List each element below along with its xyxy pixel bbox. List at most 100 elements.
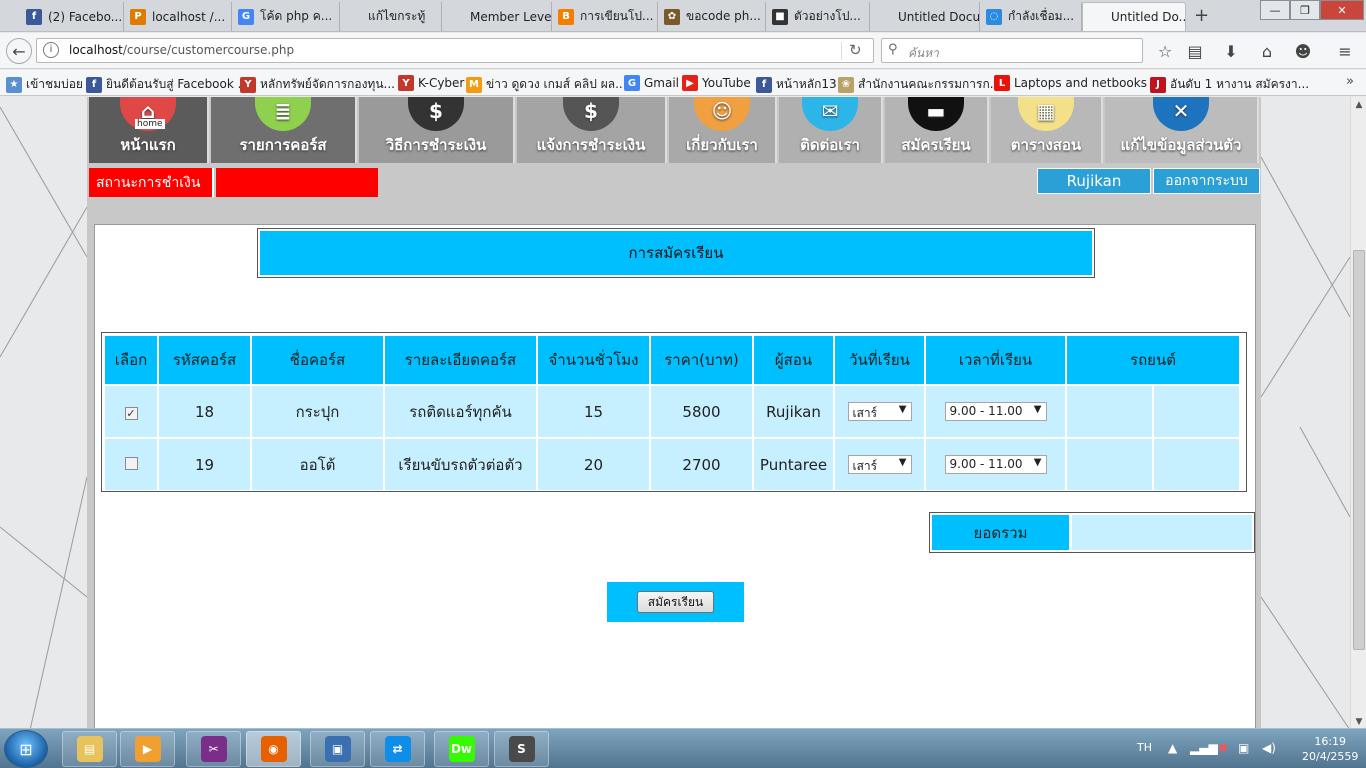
menu-item[interactable]: $ แจ้งการชำระเงิน	[517, 97, 667, 163]
bookmark-star-icon[interactable]: ☆	[1152, 38, 1178, 64]
clipboard-icon[interactable]: ▣	[1238, 741, 1249, 755]
browser-tab[interactable]: ■ ตัวอย่างโป...	[766, 2, 870, 31]
loading-spinner-icon: ◌	[986, 8, 1002, 25]
facebook-icon: f	[756, 76, 772, 93]
chevron-down-icon: ▼	[1033, 457, 1042, 468]
reading-list-icon[interactable]: ▤	[1182, 38, 1208, 64]
bookmark-item[interactable]: ❀ สำนักงานคณะกรรมการก...	[838, 75, 1001, 94]
menu-item[interactable]: ⌂ หน้าแรก	[89, 97, 209, 163]
menu-item[interactable]: ☺ เกี่ยวกับเรา	[669, 97, 777, 163]
bookmark-label: อันดับ 1 หางาน สมัครงา...	[1170, 77, 1310, 91]
study-day-value: เสาร์	[852, 459, 878, 473]
study-time-select[interactable]: 9.00 - 11.00 ▼	[944, 455, 1047, 474]
browser-tab[interactable]: Untitled Do...✕	[1082, 2, 1186, 31]
study-day-cell: เสาร์ ▼	[835, 439, 924, 490]
bookmark-item[interactable]: J อันดับ 1 หางาน สมัครงา...	[1150, 75, 1309, 94]
scroll-up-icon[interactable]: ▲	[1351, 97, 1366, 113]
reload-icon[interactable]: ↻	[849, 41, 862, 59]
download-icon[interactable]: ⬇	[1218, 38, 1244, 64]
select-cell: ✓	[105, 386, 157, 437]
bookmark-item[interactable]: Y หลักทรัพย์จัดการกองทุน...	[240, 75, 395, 94]
search-icon: ⚲	[888, 42, 898, 57]
clock[interactable]: 16:19 20/4/2559	[1302, 734, 1358, 764]
tab-title: ตัวอย่างโป...	[794, 9, 861, 23]
back-arrow-icon[interactable]: ←	[6, 38, 32, 64]
bookmark-item[interactable]: ★ เข้าชมบ่อย	[6, 75, 83, 94]
browser-tab[interactable]: ✿ ขอcode ph...	[658, 2, 766, 31]
study-time-select[interactable]: 9.00 - 11.00 ▼	[944, 402, 1047, 421]
minimize-button[interactable]: —	[1260, 0, 1290, 20]
bookmark-item[interactable]: f หน้าหลัก13	[756, 75, 837, 94]
signal-icon[interactable]: ▂▄▆	[1190, 741, 1218, 755]
bookmark-item[interactable]: ▶ YouTube	[682, 75, 751, 91]
taskbar-app-sublime-text[interactable]: S	[494, 731, 549, 767]
envelope-icon: ✉	[802, 97, 858, 131]
start-button[interactable]: ⊞	[4, 730, 48, 768]
register-submit-button[interactable]: สมัครเรียน	[636, 591, 715, 613]
browser-tab[interactable]: Untitled Docu...	[870, 2, 980, 31]
language-indicator[interactable]: TH	[1137, 741, 1152, 754]
url-text: localhost/course/customercourse.php	[69, 43, 295, 57]
bookmark-item[interactable]: L Laptops and netbooks ...	[994, 75, 1162, 91]
bookmark-item[interactable]: G Gmail	[624, 75, 679, 91]
browser-tab[interactable]: f (2) Facebo...	[20, 2, 124, 31]
taskbar-app-dreamweaver[interactable]: Dw	[434, 731, 489, 767]
browser-tab[interactable]: B การเขียนโป...	[552, 2, 658, 31]
new-tab-button[interactable]: +	[1194, 5, 1209, 26]
site-info-icon[interactable]: i	[43, 42, 59, 58]
course-price: 2700	[651, 439, 752, 490]
bookmarks-overflow-icon[interactable]: »	[1346, 74, 1354, 89]
taskbar-app-explorer[interactable]: ▤	[62, 731, 117, 767]
url-bar[interactable]: i localhost/course/customercourse.php ↻	[36, 38, 874, 63]
scroll-thumb[interactable]	[1353, 250, 1365, 650]
taskbar-app-teamviewer[interactable]: ⇄	[370, 731, 425, 767]
menu-item[interactable]: ✉ ติดต่อเรา	[779, 97, 883, 163]
kbank-icon: Y	[240, 76, 256, 93]
jobth-icon: J	[1150, 76, 1166, 93]
restore-button[interactable]: ❐	[1290, 0, 1320, 20]
search-box[interactable]: ⚲ ค้นหา	[881, 38, 1143, 63]
taskbar-app-firefox[interactable]: ◉	[246, 731, 301, 767]
bookmark-item[interactable]: f ยินดีต้อนรับสู่ Facebook ...	[86, 75, 249, 94]
tab-title: กำลังเชื่อม...	[1008, 9, 1075, 23]
tray-expand-icon[interactable]: ▲	[1168, 741, 1177, 755]
dreamweaver-icon: Dw	[448, 736, 475, 762]
bookmark-item[interactable]: M ข่าว ดูดวง เกมส์ คลิป ผล...	[466, 75, 627, 94]
home-icon[interactable]: ⌂	[1254, 38, 1280, 64]
bookmark-item[interactable]: Y K-Cyber	[398, 75, 464, 91]
smiley-feedback-icon[interactable]: ☻	[1290, 38, 1316, 64]
header-price: ราคา(บาท)	[651, 336, 752, 384]
hamburger-menu-icon[interactable]: ≡	[1332, 38, 1358, 64]
bookmark-label: เข้าชมบ่อย	[26, 77, 83, 91]
menu-item-label: แจ้งการชำระเงิน	[536, 136, 646, 154]
menu-item[interactable]: ▬ สมัครเรียน	[885, 97, 989, 163]
network-error-icon[interactable]: ✖	[1218, 741, 1228, 755]
vertical-scrollbar[interactable]: ▲ ▼	[1350, 97, 1366, 730]
close-window-button[interactable]: ✕	[1320, 0, 1364, 20]
menu-item[interactable]: ≣ รายการคอร์ส	[211, 97, 357, 163]
browser-tab[interactable]: Member Level	[442, 2, 552, 31]
m-logo-icon: M	[466, 76, 482, 93]
study-day-select[interactable]: เสาร์ ▼	[847, 455, 912, 474]
form-title: การสมัครเรียน	[260, 231, 1092, 275]
menu-item[interactable]: ▦ ตารางสอน	[991, 97, 1103, 163]
course-detail: เรียนขับรถตัวต่อตัว	[385, 439, 536, 490]
taskbar-app-media-player[interactable]: ▶	[120, 731, 175, 767]
header-study-day: วันที่เรียน	[835, 336, 924, 384]
browser-tab[interactable]: แก้ไขกระทู้	[340, 2, 442, 31]
browser-tab[interactable]: Plocalhost /...	[124, 2, 232, 31]
course-checkbox[interactable]	[124, 456, 138, 470]
logout-button[interactable]: ออกจากระบบ	[1153, 168, 1260, 194]
username-button[interactable]: Rujikan	[1037, 168, 1151, 194]
windows-taskbar: ⊞ TH ▲ ▂▄▆ ✖ ▣ ◀) 16:19 20/4/2559 ▤ ▶ ✂ ◉ ▣ ⇄…	[0, 728, 1366, 768]
menu-item[interactable]: $ วิธีการชำระเงิน	[359, 97, 515, 163]
browser-tab[interactable]: G โค้ด php ค...	[232, 2, 340, 31]
browser-tab[interactable]: ◌ กำลังเชื่อม...	[980, 2, 1082, 31]
volume-icon[interactable]: ◀)	[1262, 741, 1276, 755]
taskbar-app-video-editor[interactable]: ✂	[186, 731, 241, 767]
study-day-select[interactable]: เสาร์ ▼	[847, 402, 912, 421]
taskbar-app-remote-desktop[interactable]: ▣	[310, 731, 365, 767]
payment-status-label: สถานะการชำเงิน	[89, 168, 214, 197]
menu-item[interactable]: ✕ แก้ไขข้อมูลส่วนตัว	[1105, 97, 1259, 163]
course-checkbox[interactable]: ✓	[124, 406, 138, 420]
